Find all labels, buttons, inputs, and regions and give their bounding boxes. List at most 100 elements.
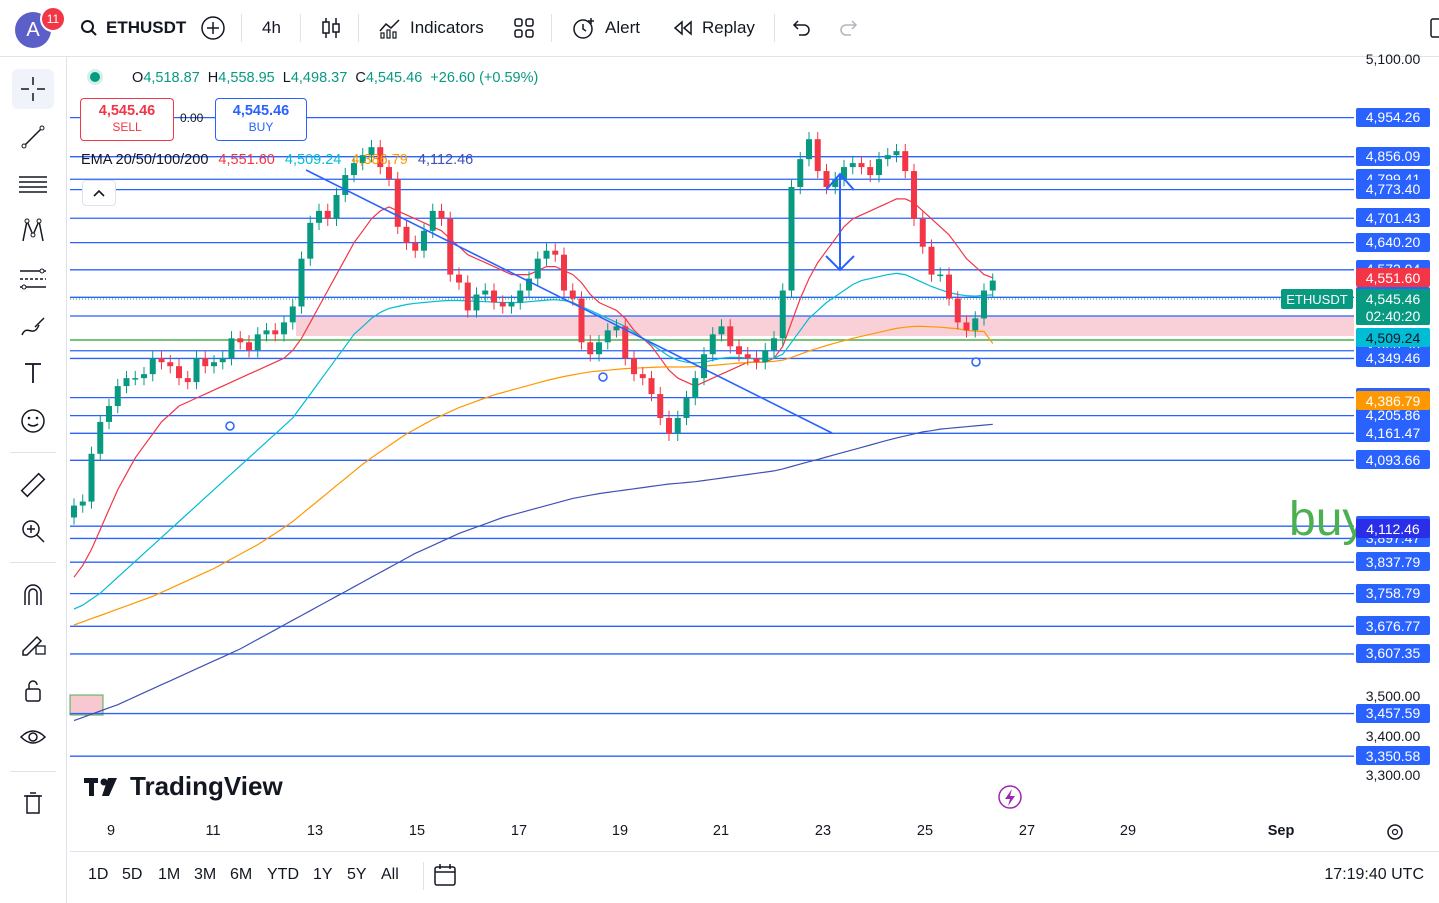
status-dot-icon [90, 72, 100, 82]
goto-date-button[interactable] [432, 862, 458, 893]
range-6m-button[interactable]: 6M [230, 866, 252, 884]
candle [263, 330, 270, 335]
range-all-button[interactable]: All [381, 866, 399, 884]
candle [779, 290, 786, 339]
close-value: 4,545.46 [365, 70, 423, 86]
candle [543, 250, 550, 259]
time-tick: 25 [916, 823, 934, 839]
settings-icon[interactable] [1387, 824, 1403, 840]
candle [517, 290, 524, 303]
high-value: 4,558.95 [218, 70, 275, 86]
candle [106, 406, 112, 422]
candle [211, 362, 217, 367]
candle [972, 318, 979, 331]
candle [893, 151, 900, 156]
candle [762, 350, 769, 363]
candle [727, 326, 734, 347]
candle [683, 398, 690, 418]
time-tick: 21 [712, 823, 730, 839]
level-price-label: 3,758.79 [1356, 583, 1430, 603]
buy-annotation[interactable]: buy [1289, 492, 1357, 547]
range-1m-button[interactable]: 1M [158, 866, 180, 884]
candle [141, 374, 147, 379]
candle [587, 342, 594, 355]
ema20-line[interactable] [73, 198, 994, 578]
time-tick: 17 [510, 823, 528, 839]
candle [289, 306, 296, 323]
candle [447, 218, 454, 275]
ohlc-legend: O4,518.87 H4,558.95 L4,498.37 C4,545.46 … [90, 70, 538, 86]
event-marker[interactable] [971, 357, 981, 367]
candle [272, 330, 279, 335]
range-5d-button[interactable]: 5D [122, 866, 142, 884]
level-price-label: 4,701.43 [1356, 208, 1430, 228]
candle [114, 386, 121, 407]
level-price-label: 4,093.66 [1356, 450, 1430, 470]
candle [561, 254, 567, 291]
candle [394, 179, 401, 227]
candle [946, 274, 952, 299]
sell-button[interactable]: 4,545.46 SELL [80, 98, 174, 141]
candle [237, 338, 244, 343]
candle [386, 167, 392, 180]
candle [806, 139, 812, 160]
time-tick: 13 [306, 823, 324, 839]
candle [858, 163, 865, 168]
event-marker[interactable] [225, 421, 235, 431]
candle [508, 302, 515, 307]
candle [569, 290, 576, 299]
ema200-value: 4,112.46 [417, 152, 474, 168]
change-value: +26.60 (+0.59%) [430, 70, 539, 86]
candle [491, 290, 497, 303]
level-price-label: 3,676.77 [1356, 616, 1430, 636]
candle [657, 394, 664, 418]
level-price-label: 3,457.59 [1356, 703, 1430, 723]
candle [429, 210, 436, 231]
candle [753, 358, 760, 363]
candle [246, 342, 252, 351]
low-prefix: L [282, 70, 291, 86]
ema50-value: 4,509.24 [284, 152, 342, 168]
descending-trendline[interactable] [305, 169, 833, 434]
lightning-icon[interactable] [998, 785, 1022, 809]
candle [193, 358, 200, 383]
calendar-icon [434, 864, 456, 886]
candle [316, 210, 322, 223]
candle [123, 378, 130, 387]
ema100-line[interactable] [73, 325, 994, 626]
candle [884, 155, 891, 160]
candle [473, 294, 480, 311]
candle [499, 302, 506, 307]
event-marker[interactable] [598, 372, 608, 382]
candle [421, 230, 427, 251]
clock-display[interactable]: 17:19:40 UTC [1324, 866, 1424, 884]
collapse-legend-button[interactable] [82, 180, 116, 206]
candle [744, 354, 751, 359]
range-1d-button[interactable]: 1D [88, 866, 108, 884]
level-price-label: 4,856.09 [1356, 146, 1430, 166]
range-5y-button[interactable]: 5Y [347, 866, 367, 884]
candle [456, 274, 462, 283]
candle [876, 159, 882, 176]
candle [307, 222, 314, 259]
time-tick: 11 [205, 823, 221, 839]
time-tick: 9 [106, 823, 116, 839]
candle [867, 167, 874, 176]
candle [648, 378, 655, 395]
ema50-price-label: 4,509.24 [1356, 328, 1430, 347]
ema200-line[interactable] [73, 423, 993, 722]
low-value: 4,498.37 [290, 70, 348, 86]
ema-legend[interactable]: EMA 20/50/100/200 4,551.60 4,509.24 4,38… [81, 152, 473, 168]
range-3m-button[interactable]: 3M [194, 866, 216, 884]
range-ytd-button[interactable]: YTD [267, 866, 299, 884]
candle [176, 366, 182, 379]
candle [79, 501, 86, 506]
candle [97, 421, 104, 454]
open-prefix: O [132, 70, 144, 86]
range-1y-button[interactable]: 1Y [313, 866, 333, 884]
price-tick: 3,300.00 [1365, 767, 1421, 784]
buy-price: 4,545.46 [232, 103, 290, 119]
buy-button[interactable]: 4,545.46 BUY [215, 98, 307, 141]
time-tick: Sep [1267, 823, 1295, 839]
candle [709, 334, 716, 355]
